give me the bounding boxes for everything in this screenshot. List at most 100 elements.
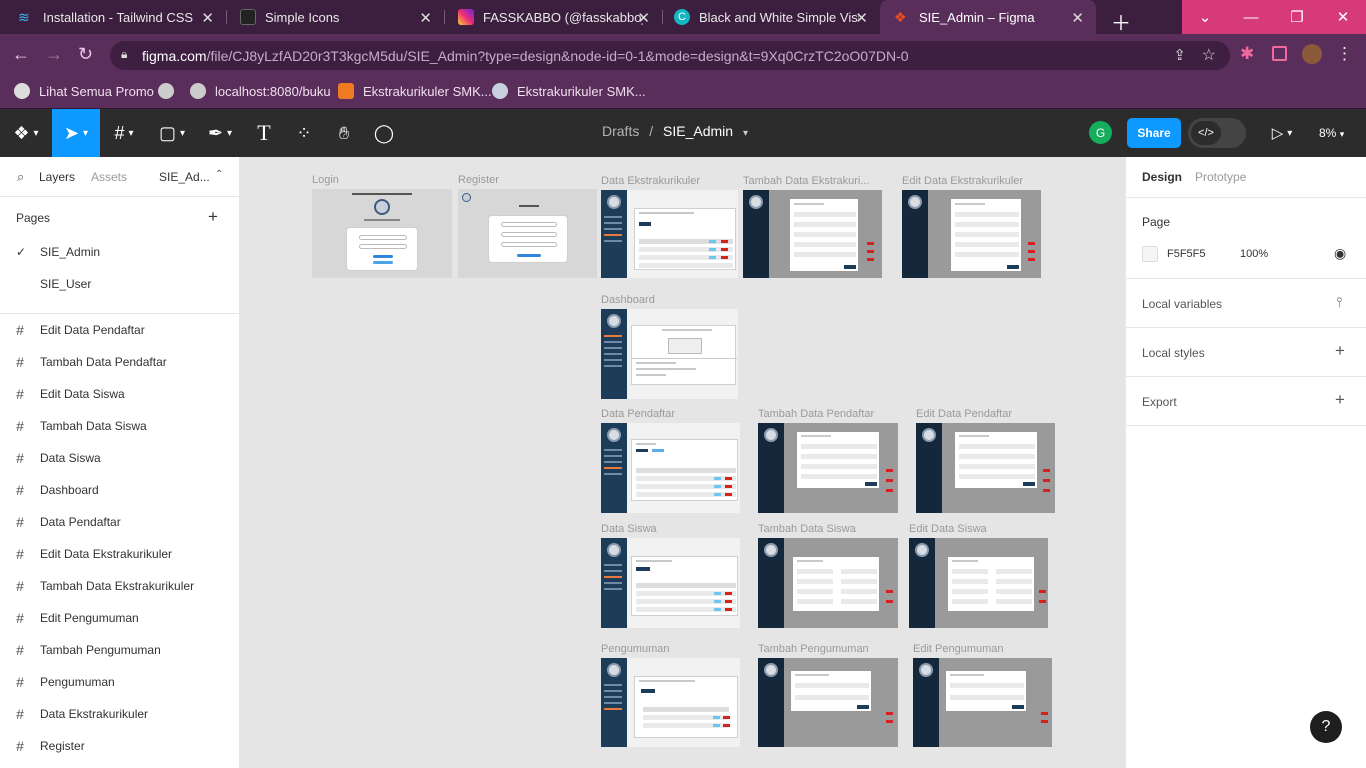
close-tab-icon[interactable]: ✕ xyxy=(855,9,868,27)
layer-item[interactable]: # Tambah Data Siswa xyxy=(0,410,239,442)
export-label[interactable]: Export xyxy=(1142,395,1177,409)
frame-tambah-data-siswa[interactable] xyxy=(758,538,898,628)
background-swatch[interactable] xyxy=(1142,246,1158,262)
frame-edit-pengumuman[interactable] xyxy=(913,658,1052,747)
extensions-icon[interactable]: ✱ xyxy=(1240,44,1254,64)
page-selector[interactable]: SIE_Ad... xyxy=(159,170,210,184)
frame-login[interactable] xyxy=(312,189,452,278)
hand-tool-icon[interactable]: ✋︎ xyxy=(324,109,364,157)
layer-item[interactable]: # Tambah Data Ekstrakurikuler xyxy=(0,570,239,602)
close-window-icon[interactable]: ✕ xyxy=(1320,0,1366,34)
pen-tool-icon[interactable]: ✒ ▾ xyxy=(196,109,244,157)
frame-label-edit-data-pendaftar[interactable]: Edit Data Pendaftar xyxy=(916,408,1012,420)
frame-tambah-pengumuman[interactable] xyxy=(758,658,898,747)
move-tool-icon[interactable]: ➤ ▾ xyxy=(52,109,100,157)
bookmark-item[interactable] xyxy=(158,83,183,99)
frame-data-ekstrakurikuler[interactable] xyxy=(601,190,738,278)
layer-item[interactable]: # Edit Pengumuman xyxy=(0,602,239,634)
dev-mode-toggle[interactable]: </> xyxy=(1188,118,1246,148)
browser-tab[interactable]: Simple Icons ✕ xyxy=(226,0,444,34)
close-tab-icon[interactable]: ✕ xyxy=(201,9,214,27)
present-icon[interactable]: ▷ ▾ xyxy=(1262,109,1302,157)
local-variables-label[interactable]: Local variables xyxy=(1142,297,1222,311)
tab-search-icon[interactable]: ⌄ xyxy=(1182,0,1228,34)
background-opacity[interactable]: 100% xyxy=(1240,248,1268,260)
main-menu-icon[interactable]: ❖ ▾ xyxy=(0,109,52,157)
page-item-sie-user[interactable]: SIE_User xyxy=(0,269,239,301)
layer-item[interactable]: # Edit Data Ekstrakurikuler xyxy=(0,538,239,570)
layer-item[interactable]: # Data Ekstrakurikuler xyxy=(0,698,239,730)
breadcrumb-drafts[interactable]: Drafts xyxy=(602,123,639,139)
profile-avatar[interactable] xyxy=(1302,44,1322,64)
browser-tab[interactable]: FASSKABBO (@fasskabbo_) • Instagram ✕ xyxy=(444,0,662,34)
frame-tool-icon[interactable]: # ▾ xyxy=(100,109,148,157)
frame-dashboard[interactable] xyxy=(601,309,738,399)
browser-tab[interactable]: C Black and White Simple Visual ✕ xyxy=(662,0,880,34)
share-page-icon[interactable]: ⇪ xyxy=(1173,46,1186,64)
layer-item[interactable]: # Tambah Pengumuman xyxy=(0,634,239,666)
frame-label-register[interactable]: Register xyxy=(458,174,499,186)
add-export-icon[interactable]: + xyxy=(1335,390,1345,410)
variables-icon[interactable]: ⫯ xyxy=(1336,294,1342,311)
frame-label-edit-data-siswa[interactable]: Edit Data Siswa xyxy=(909,523,987,535)
restore-icon[interactable]: ❐ xyxy=(1274,0,1320,34)
back-icon[interactable]: ← xyxy=(12,44,30,65)
close-tab-icon[interactable]: ✕ xyxy=(637,9,650,27)
tab-design[interactable]: Design xyxy=(1142,170,1182,184)
tab-assets[interactable]: Assets xyxy=(91,170,127,184)
minimize-icon[interactable]: — xyxy=(1228,0,1274,34)
new-tab-icon[interactable]: ＋ xyxy=(1111,7,1131,36)
frame-label-tambah-pengumuman[interactable]: Tambah Pengumuman xyxy=(758,643,869,655)
frame-data-siswa[interactable] xyxy=(601,538,740,628)
browser-menu-icon[interactable]: ⋮ xyxy=(1336,44,1353,64)
user-avatar[interactable]: G xyxy=(1089,121,1112,144)
tab-prototype[interactable]: Prototype xyxy=(1195,170,1246,184)
text-tool-icon[interactable]: T xyxy=(244,109,284,157)
resources-icon[interactable]: ⁘ xyxy=(284,109,324,157)
design-canvas[interactable]: Login Register Data Ekstrakurikuler Tamb… xyxy=(241,157,1125,768)
help-button[interactable]: ? xyxy=(1310,711,1342,743)
frame-edit-data-pendaftar[interactable] xyxy=(916,423,1055,513)
close-tab-icon[interactable]: ✕ xyxy=(1071,9,1084,27)
close-tab-icon[interactable]: ✕ xyxy=(419,9,432,27)
frame-edit-data-ekstrakurikuler[interactable] xyxy=(902,190,1041,278)
page-item-sie-admin[interactable]: ✓ SIE_Admin xyxy=(0,237,239,269)
file-name[interactable]: SIE_Admin xyxy=(663,123,733,139)
bookmark-star-icon[interactable]: ☆ xyxy=(1202,45,1216,65)
frame-label-tambah-data-ekstrakurikuler[interactable]: Tambah Data Ekstrakuri... xyxy=(743,175,870,187)
frame-label-dashboard[interactable]: Dashboard xyxy=(601,294,655,306)
forward-icon[interactable]: → xyxy=(45,44,63,65)
frame-label-login[interactable]: Login xyxy=(312,174,339,186)
url-field[interactable]: 🔒︎ figma.com/file/CJ8yLzfAD20r3T3kgcM5du… xyxy=(110,41,1230,70)
side-panel-icon[interactable] xyxy=(1272,46,1287,61)
layer-item[interactable]: # Edit Data Siswa xyxy=(0,378,239,410)
layer-item[interactable]: # Edit Data Pendaftar xyxy=(0,314,239,346)
bookmark-item[interactable]: Ekstrakurikuler SMK... xyxy=(492,83,646,99)
bookmark-item[interactable]: localhost:8080/buku xyxy=(190,83,331,99)
layer-item[interactable]: # Pengumuman xyxy=(0,666,239,698)
layer-item[interactable]: # Register xyxy=(0,730,239,762)
frame-label-edit-pengumuman[interactable]: Edit Pengumuman xyxy=(913,643,1004,655)
frame-label-tambah-data-pendaftar[interactable]: Tambah Data Pendaftar xyxy=(758,408,874,420)
bookmark-item[interactable]: Lihat Semua Promo xyxy=(14,83,154,99)
frame-data-pendaftar[interactable] xyxy=(601,423,740,513)
frame-label-edit-data-ekstrakurikuler[interactable]: Edit Data Ekstrakurikuler xyxy=(902,175,1023,187)
search-icon[interactable]: ⌕ xyxy=(17,169,24,185)
browser-tab-active[interactable]: ❖ SIE_Admin – Figma ✕ xyxy=(880,0,1096,34)
chevron-up-icon[interactable]: ⌃ xyxy=(215,169,223,180)
local-styles-label[interactable]: Local styles xyxy=(1142,346,1205,360)
layer-item[interactable]: # Data Pendaftar xyxy=(0,506,239,538)
frame-pengumuman[interactable] xyxy=(601,658,740,747)
layer-item[interactable]: # Tambah Data Pendaftar xyxy=(0,346,239,378)
browser-tab[interactable]: ≋ Installation - Tailwind CSS ✕ xyxy=(0,0,226,34)
frame-label-data-ekstrakurikuler[interactable]: Data Ekstrakurikuler xyxy=(601,175,700,187)
add-style-icon[interactable]: + xyxy=(1335,341,1345,361)
layer-item[interactable]: # Dashboard xyxy=(0,474,239,506)
tab-layers[interactable]: Layers xyxy=(39,170,75,184)
chevron-down-icon[interactable]: ▾ xyxy=(743,128,748,139)
comment-tool-icon[interactable]: ◯ xyxy=(364,109,404,157)
frame-label-data-pendaftar[interactable]: Data Pendaftar xyxy=(601,408,675,420)
add-page-icon[interactable]: + xyxy=(208,207,218,227)
layer-item[interactable]: # Data Siswa xyxy=(0,442,239,474)
bookmark-item[interactable]: Ekstrakurikuler SMK... xyxy=(338,83,492,99)
